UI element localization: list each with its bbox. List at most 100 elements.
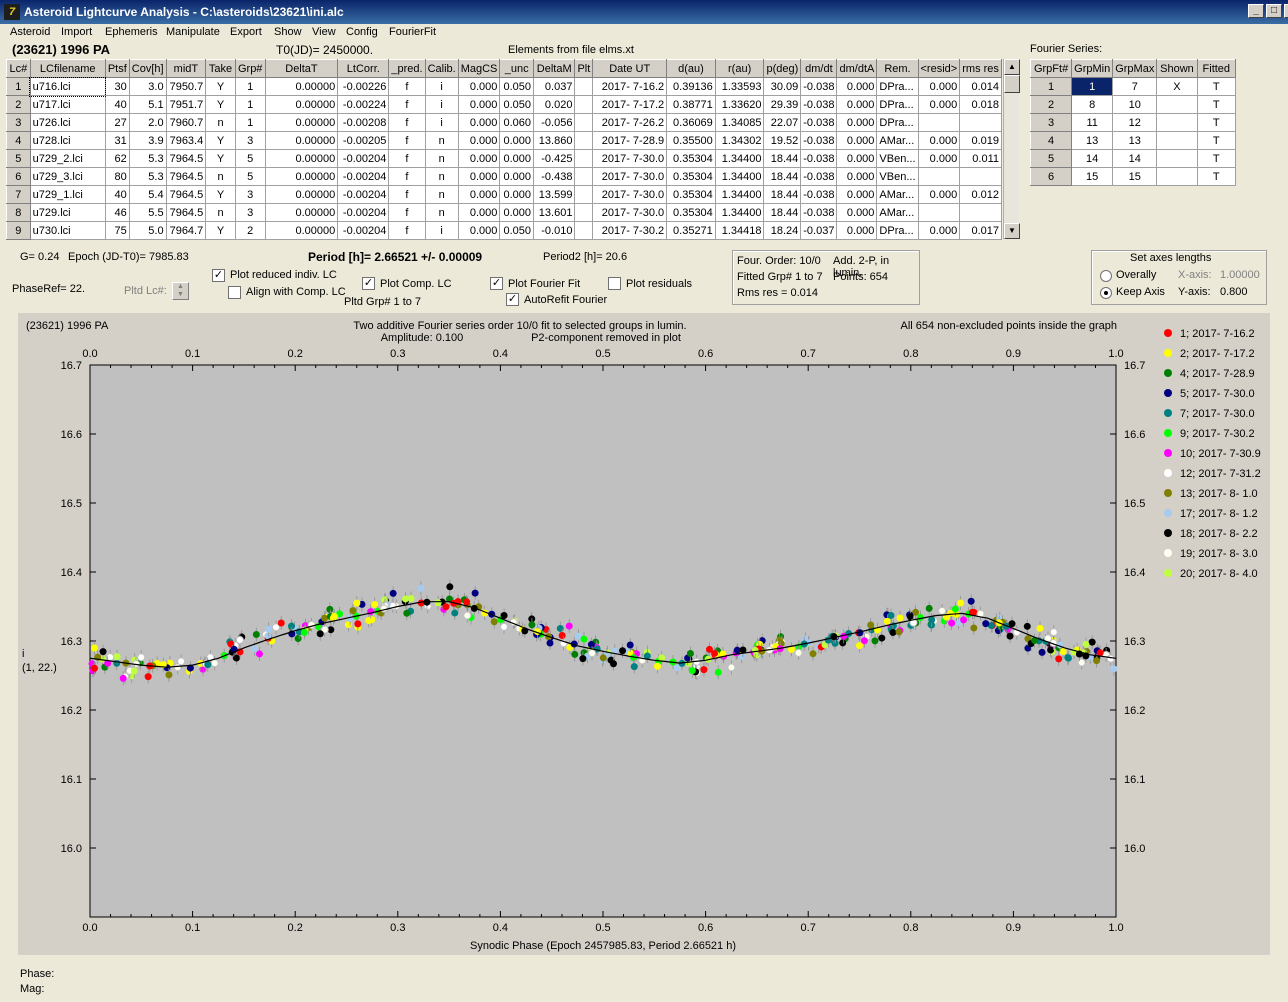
plot-residuals-checkbox[interactable] bbox=[608, 277, 621, 290]
fourier-row[interactable]: 117XT bbox=[1029, 77, 1237, 96]
table-cell[interactable]: 0.000 bbox=[499, 203, 534, 222]
fourier-row[interactable]: 2 8 10 T bbox=[1029, 95, 1237, 114]
table-cell[interactable]: 29.39 bbox=[763, 95, 802, 114]
table-cell[interactable]: 5.4 bbox=[128, 185, 167, 204]
table-cell[interactable]: f bbox=[388, 131, 426, 150]
table-cell[interactable]: Y bbox=[205, 95, 236, 114]
pltd-lc-spinner[interactable]: ▲ ▼ bbox=[172, 282, 189, 300]
table-cell[interactable]: f bbox=[388, 95, 426, 114]
table-row[interactable]: 6 u729_3.lci 80 5.3 7964.5 n 5 0.00000 -0.00204 f… bbox=[6, 167, 1002, 186]
table-cell[interactable]: 0.35304 bbox=[666, 185, 716, 204]
menu-asteroid[interactable]: Asteroid bbox=[10, 26, 50, 38]
table-cell[interactable]: Y bbox=[205, 221, 236, 240]
lc-col-header[interactable]: midT bbox=[165, 59, 207, 78]
table-cell[interactable]: 0.35271 bbox=[666, 221, 716, 240]
table-cell[interactable]: 46 bbox=[104, 203, 130, 222]
table-cell[interactable] bbox=[574, 149, 594, 168]
fourier-cell[interactable]: 13 bbox=[1071, 131, 1114, 150]
table-cell[interactable]: f bbox=[388, 77, 426, 96]
lc-col-header[interactable]: r(au) bbox=[714, 59, 765, 78]
table-cell[interactable]: 0.39136 bbox=[666, 77, 716, 96]
lightcurve-table[interactable]: Lc# LCfilename Ptsf Cov[h] midT Take Grp# Delta… bbox=[6, 59, 1002, 240]
table-cell[interactable]: 0.00000 bbox=[264, 113, 339, 132]
fourier-col-header[interactable]: Shown bbox=[1156, 59, 1198, 78]
table-cell[interactable]: i bbox=[424, 113, 459, 132]
fourier-col-header[interactable]: GrpMin bbox=[1071, 59, 1114, 78]
fourier-cell[interactable]: 7 bbox=[1112, 77, 1158, 96]
table-cell[interactable] bbox=[917, 203, 961, 222]
table-cell[interactable]: n bbox=[205, 167, 236, 186]
table-cell[interactable]: 0.00000 bbox=[264, 167, 339, 186]
table-cell[interactable]: AMar... bbox=[876, 203, 919, 222]
table-cell[interactable]: -0.038 bbox=[800, 77, 838, 96]
x-axis-input[interactable]: 1.00000 bbox=[1220, 269, 1260, 281]
table-row[interactable]: 8 u729.lci 46 5.5 7964.5 n 3 0.00000 -0.00204 f n 0… bbox=[6, 203, 1002, 222]
lc-col-header[interactable]: Calib. bbox=[424, 59, 459, 78]
fourier-cell[interactable]: 15 bbox=[1112, 167, 1158, 186]
table-cell[interactable]: 0.000 bbox=[836, 149, 878, 168]
fourier-cell[interactable]: 13 bbox=[1112, 131, 1158, 150]
table-cell[interactable]: 0.35304 bbox=[666, 203, 716, 222]
table-cell[interactable]: u717.lci bbox=[29, 95, 106, 114]
lc-col-header[interactable]: DeltaM bbox=[532, 59, 576, 78]
table-cell[interactable]: f bbox=[388, 203, 426, 222]
table-cell[interactable]: 40 bbox=[104, 185, 130, 204]
lc-col-header[interactable]: d(au) bbox=[666, 59, 716, 78]
table-cell[interactable]: 0.000 bbox=[917, 149, 961, 168]
lc-col-header[interactable]: Take bbox=[205, 59, 236, 78]
fourier-cell[interactable] bbox=[1156, 167, 1198, 186]
table-cell[interactable]: n bbox=[424, 149, 459, 168]
table-cell[interactable]: 0.000 bbox=[457, 167, 501, 186]
table-cell[interactable]: -0.010 bbox=[532, 221, 576, 240]
fourier-cell[interactable]: T bbox=[1196, 131, 1237, 150]
table-scrollbar[interactable]: ▲ ▼ bbox=[1003, 59, 1020, 239]
table-cell[interactable]: 3.0 bbox=[128, 77, 167, 96]
table-cell[interactable]: 7 bbox=[6, 185, 31, 204]
table-cell[interactable]: 40 bbox=[104, 95, 130, 114]
fourier-cell[interactable] bbox=[1156, 149, 1198, 168]
table-cell[interactable]: 0.017 bbox=[959, 221, 1002, 240]
table-cell[interactable]: 7951.7 bbox=[165, 95, 207, 114]
table-cell[interactable]: 7964.5 bbox=[165, 149, 207, 168]
lc-col-header[interactable]: rms res bbox=[959, 59, 1002, 78]
table-cell[interactable]: 0.000 bbox=[499, 167, 534, 186]
lc-col-header[interactable]: MagCS bbox=[457, 59, 501, 78]
keep-axis-radio[interactable] bbox=[1100, 287, 1112, 299]
table-cell[interactable]: 1.34302 bbox=[714, 131, 765, 150]
table-cell[interactable]: 7964.5 bbox=[165, 185, 207, 204]
align-checkbox[interactable] bbox=[228, 286, 241, 299]
menu-config[interactable]: Config bbox=[346, 26, 378, 38]
table-cell[interactable]: 2017- 7-28.9 bbox=[592, 131, 668, 150]
table-cell[interactable]: 0.011 bbox=[959, 149, 1002, 168]
maximize-button[interactable]: □ bbox=[1266, 4, 1282, 18]
table-cell[interactable]: 3 bbox=[234, 185, 266, 204]
table-cell[interactable]: 3 bbox=[234, 131, 266, 150]
table-cell[interactable]: -0.038 bbox=[800, 185, 838, 204]
lc-col-header[interactable]: _pred. bbox=[388, 59, 426, 78]
app-icon[interactable]: 7 bbox=[4, 4, 20, 20]
table-cell[interactable]: 18.44 bbox=[763, 167, 802, 186]
table-row[interactable]: 5 u729_2.lci 62 5.3 7964.5 Y 5 0.00000 -0.00204 f… bbox=[6, 149, 1002, 168]
table-cell[interactable]: 0.000 bbox=[457, 131, 501, 150]
table-cell[interactable]: 3.9 bbox=[128, 131, 167, 150]
table-cell[interactable]: n bbox=[424, 185, 459, 204]
table-cell[interactable]: 0.000 bbox=[457, 95, 501, 114]
table-cell[interactable]: 5.1 bbox=[128, 95, 167, 114]
table-cell[interactable]: 7964.5 bbox=[165, 203, 207, 222]
table-cell[interactable]: 0.000 bbox=[457, 221, 501, 240]
table-cell[interactable]: -0.00204 bbox=[337, 167, 390, 186]
menu-import[interactable]: Import bbox=[61, 26, 92, 38]
table-cell[interactable]: 7960.7 bbox=[165, 113, 207, 132]
table-cell[interactable]: 0.000 bbox=[917, 185, 961, 204]
fourier-row[interactable]: 5 14 14 T bbox=[1029, 149, 1237, 168]
overally-radio[interactable] bbox=[1100, 270, 1112, 282]
table-cell[interactable]: 0.00000 bbox=[264, 203, 339, 222]
table-cell[interactable]: 18.24 bbox=[763, 221, 802, 240]
menu-export[interactable]: Export bbox=[230, 26, 262, 38]
fourier-cell[interactable] bbox=[1156, 95, 1198, 114]
table-cell[interactable]: 2017- 7-26.2 bbox=[592, 113, 668, 132]
fourier-cell[interactable]: T bbox=[1196, 113, 1237, 132]
fourier-cell[interactable]: 4 bbox=[1029, 131, 1073, 150]
fourier-cell[interactable]: 11 bbox=[1071, 113, 1114, 132]
table-cell[interactable]: 0.00000 bbox=[264, 131, 339, 150]
